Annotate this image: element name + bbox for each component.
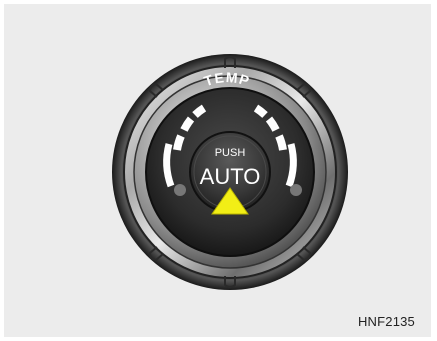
- scale-mark-left-1: [173, 134, 185, 151]
- indicator-dot-right: [290, 184, 302, 196]
- push-label: PUSH: [215, 147, 246, 159]
- figure-code: HNF2135: [357, 314, 415, 329]
- auto-label: AUTO: [200, 164, 261, 189]
- indicator-dot-left: [174, 184, 186, 196]
- illustration-background: TEMP PUSH AUTO HNF2135: [4, 4, 431, 337]
- temperature-knob-illustration: TEMP PUSH AUTO: [112, 54, 348, 290]
- scale-mark-right-3: [275, 134, 287, 151]
